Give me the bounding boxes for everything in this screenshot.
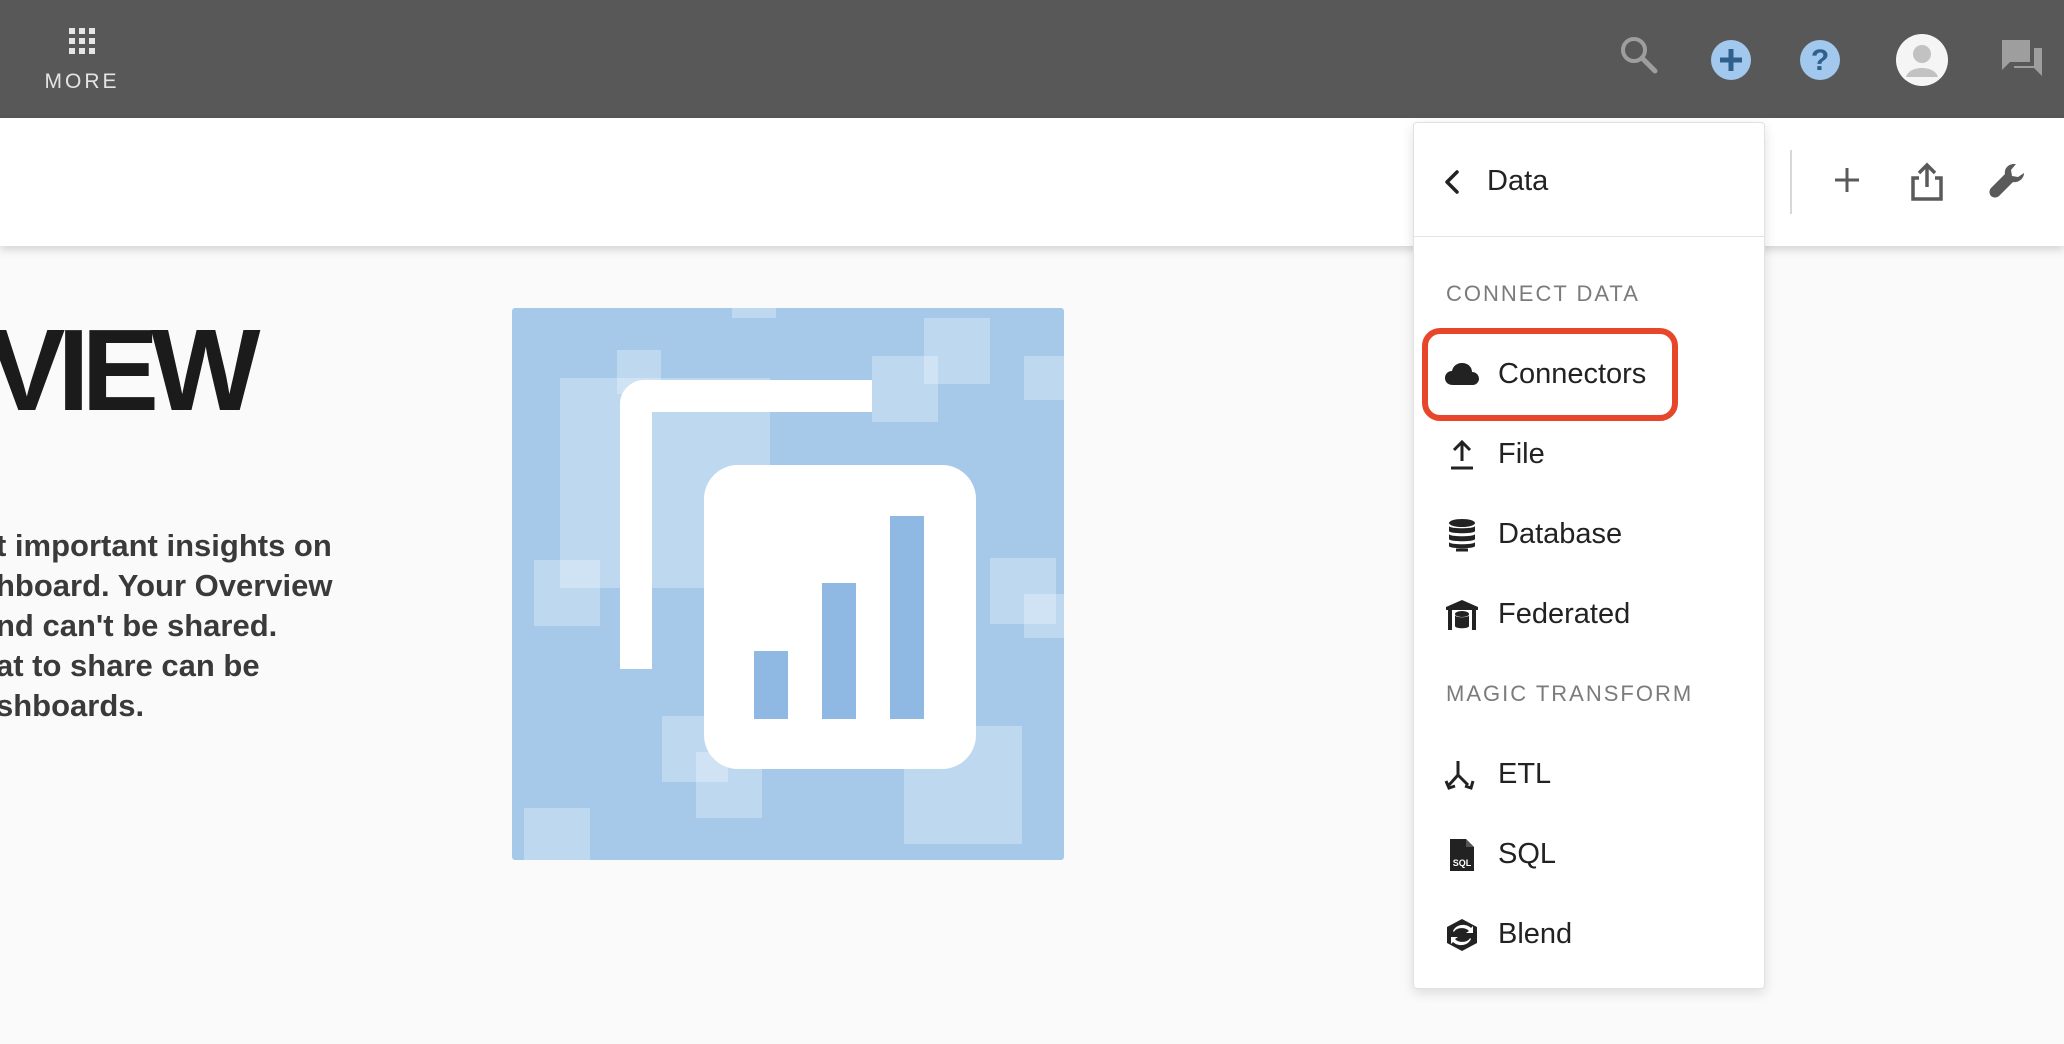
add-circle-icon[interactable]: [1710, 39, 1752, 81]
chat-icon[interactable]: [2000, 38, 2044, 78]
description-line: at to share can be: [0, 648, 260, 683]
avatar-icon[interactable]: [1895, 33, 1949, 87]
page-heading: VIEW: [0, 305, 260, 435]
data-menu-panel: Data CONNECT DATA Connectors File Databa…: [1413, 122, 1765, 989]
etl-icon: [1444, 761, 1475, 790]
database-icon: [1449, 519, 1475, 552]
plus-icon[interactable]: [1832, 165, 1862, 195]
chart-illustration-icon: [620, 380, 976, 769]
overview-description: t important insights on hboard. Your Ove…: [0, 526, 356, 726]
panel-header: Data: [1414, 123, 1764, 237]
menu-item-blend[interactable]: Blend: [1444, 902, 1734, 968]
connectors-highlight: [1422, 328, 1678, 421]
section-connect-data: CONNECT DATA: [1446, 281, 1640, 306]
wrench-icon[interactable]: [1988, 162, 2026, 200]
menu-item-label: ETL: [1498, 758, 1552, 790]
description-line: shboards.: [0, 688, 145, 723]
federated-icon: [1446, 600, 1478, 630]
upload-icon: [1451, 439, 1473, 470]
section-magic-transform: MAGIC TRANSFORM: [1446, 681, 1694, 706]
search-icon[interactable]: [1618, 34, 1660, 76]
menu-item-etl[interactable]: ETL: [1444, 742, 1734, 808]
menu-item-label: SQL: [1498, 838, 1557, 870]
share-icon[interactable]: [1909, 162, 1945, 202]
menu-item-file[interactable]: File: [1444, 422, 1734, 488]
description-line: hboard. Your Overview: [0, 568, 333, 603]
sql-file-icon: SQL: [1450, 839, 1474, 871]
svg-text:?: ?: [1811, 44, 1829, 77]
app-grid-icon: [40, 28, 124, 54]
menu-item-label: Blend: [1498, 918, 1573, 950]
more-menu-button[interactable]: MORE: [40, 22, 124, 102]
menu-item-label: Database: [1498, 518, 1623, 550]
menu-item-federated[interactable]: Federated: [1444, 582, 1734, 648]
more-label: MORE: [44, 70, 120, 93]
dashboard-illustration: [512, 308, 1064, 860]
menu-item-sql[interactable]: SQL SQL: [1444, 822, 1734, 888]
description-line: nd can't be shared.: [0, 608, 278, 643]
help-icon[interactable]: ?: [1799, 39, 1841, 81]
toolbar-divider: [1790, 150, 1792, 214]
blend-icon: [1447, 919, 1477, 951]
chevron-left-icon[interactable]: [1440, 167, 1466, 197]
menu-item-label: File: [1498, 438, 1545, 470]
panel-title: Data: [1487, 165, 1549, 197]
svg-text:SQL: SQL: [1453, 858, 1472, 868]
description-line: t important insights on: [0, 528, 332, 563]
top-bar: MORE ?: [0, 0, 2064, 118]
menu-item-database[interactable]: Database: [1444, 502, 1734, 568]
menu-item-label: Federated: [1498, 598, 1631, 630]
